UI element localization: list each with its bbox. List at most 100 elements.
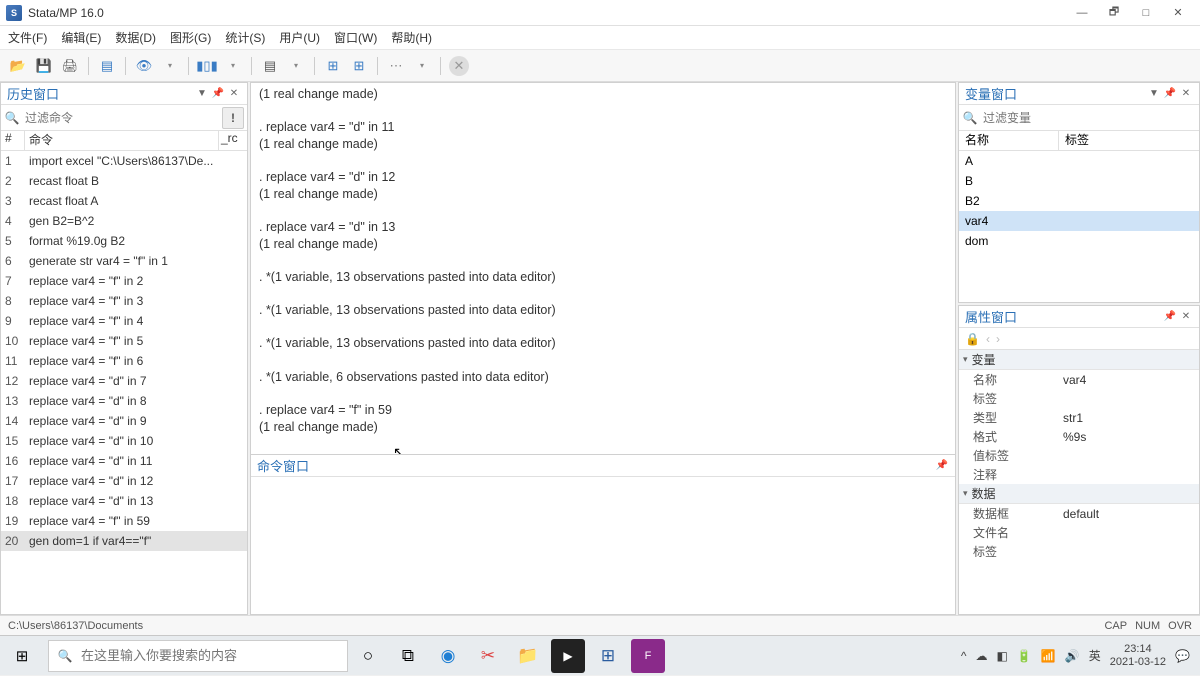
panel-close-icon[interactable]: ✕ xyxy=(1179,310,1193,324)
history-row[interactable]: 14replace var4 = "d" in 9 xyxy=(1,411,247,431)
results-window[interactable]: (1 real change made) . replace var4 = "d… xyxy=(250,82,956,455)
history-row[interactable]: 4gen B2=B^2 xyxy=(1,211,247,231)
volume-icon[interactable]: 🔊 xyxy=(1065,649,1080,663)
menu-graph[interactable]: 图形(G) xyxy=(170,29,211,46)
taskview-icon[interactable]: ⧉ xyxy=(391,639,425,673)
history-row[interactable]: 15replace var4 = "d" in 10 xyxy=(1,431,247,451)
pin-icon[interactable]: 📌 xyxy=(211,87,225,101)
property-row[interactable]: 格式%9s xyxy=(959,427,1199,446)
property-section[interactable]: 变量 xyxy=(959,350,1199,370)
history-row[interactable]: 11replace var4 = "f" in 6 xyxy=(1,351,247,371)
onedrive-icon[interactable]: ☁ xyxy=(976,649,988,663)
history-row[interactable]: 6generate str var4 = "f" in 1 xyxy=(1,251,247,271)
battery-icon[interactable]: 🔋 xyxy=(1017,649,1032,663)
variable-row[interactable]: B xyxy=(959,171,1199,191)
start-button[interactable]: ⊞ xyxy=(0,636,44,676)
history-row[interactable]: 20gen dom=1 if var4=="f" xyxy=(1,531,247,551)
history-row[interactable]: 7replace var4 = "f" in 2 xyxy=(1,271,247,291)
variable-row[interactable]: dom xyxy=(959,231,1199,251)
dropdown-icon[interactable]: ▾ xyxy=(160,56,180,76)
property-row[interactable]: 类型str1 xyxy=(959,408,1199,427)
command-input[interactable] xyxy=(251,477,955,614)
property-row[interactable]: 标签 xyxy=(959,542,1199,561)
menu-stats[interactable]: 统计(S) xyxy=(225,29,265,46)
open-icon[interactable]: 📂 xyxy=(8,56,28,76)
history-row[interactable]: 3recast float A xyxy=(1,191,247,211)
cortana-icon[interactable]: ○ xyxy=(351,639,385,673)
panel-close-icon[interactable]: ✕ xyxy=(1179,87,1193,101)
ime-indicator[interactable]: 英 xyxy=(1089,647,1101,664)
pin-icon[interactable]: 📌 xyxy=(1163,310,1177,324)
foxit-icon[interactable]: F xyxy=(631,639,665,673)
history-row[interactable]: 5format %19.0g B2 xyxy=(1,231,247,251)
taskbar-search-input[interactable] xyxy=(81,648,347,663)
filter-go-button[interactable]: ! xyxy=(222,107,244,129)
panel-close-icon[interactable]: ✕ xyxy=(227,87,241,101)
do-file-icon[interactable]: ▤ xyxy=(260,56,280,76)
app-tray-icon[interactable]: ◧ xyxy=(997,649,1008,663)
data-editor-icon[interactable]: ⊞ xyxy=(323,56,343,76)
pin-icon[interactable]: 📌 xyxy=(935,459,949,473)
app-icon[interactable]: ▶ xyxy=(551,639,585,673)
history-row[interactable]: 9replace var4 = "f" in 4 xyxy=(1,311,247,331)
more-icon[interactable]: ⋯ xyxy=(386,56,406,76)
dropdown-icon[interactable]: ▾ xyxy=(223,56,243,76)
maximize-button[interactable]: □ xyxy=(1130,2,1162,24)
variable-row[interactable]: B2 xyxy=(959,191,1199,211)
menu-data[interactable]: 数据(D) xyxy=(115,29,156,46)
history-row[interactable]: 17replace var4 = "d" in 12 xyxy=(1,471,247,491)
minimize-button[interactable]: — xyxy=(1066,2,1098,24)
print-icon[interactable]: 🖨 xyxy=(60,56,80,76)
filter-icon[interactable]: ▼ xyxy=(1147,87,1161,101)
menu-file[interactable]: 文件(F) xyxy=(8,29,47,46)
notifications-icon[interactable]: 💬 xyxy=(1175,649,1190,663)
property-row[interactable]: 注释 xyxy=(959,465,1199,484)
pin-icon[interactable]: 📌 xyxy=(1163,87,1177,101)
dropdown-icon[interactable]: ▾ xyxy=(412,56,432,76)
data-browser-icon[interactable]: ⊞ xyxy=(349,56,369,76)
history-row[interactable]: 8replace var4 = "f" in 3 xyxy=(1,291,247,311)
wifi-icon[interactable]: 📶 xyxy=(1041,649,1056,663)
menu-user[interactable]: 用户(U) xyxy=(279,29,320,46)
save-icon[interactable]: 💾 xyxy=(34,56,54,76)
menu-edit[interactable]: 编辑(E) xyxy=(61,29,101,46)
property-row[interactable]: 文件名 xyxy=(959,523,1199,542)
next-icon[interactable]: › xyxy=(996,332,1000,346)
menu-help[interactable]: 帮助(H) xyxy=(391,29,432,46)
property-row[interactable]: 名称var4 xyxy=(959,370,1199,389)
variable-row[interactable]: var4 xyxy=(959,211,1199,231)
snip-icon[interactable]: ✂ xyxy=(471,639,505,673)
lock-icon[interactable]: 🔒 xyxy=(965,332,980,346)
history-row[interactable]: 12replace var4 = "d" in 7 xyxy=(1,371,247,391)
property-row[interactable]: 标签 xyxy=(959,389,1199,408)
property-row[interactable]: 值标签 xyxy=(959,446,1199,465)
variables-filter-input[interactable] xyxy=(981,109,1199,127)
close-button[interactable]: ✕ xyxy=(1162,2,1194,24)
stata-taskbar-icon[interactable]: ⊞ xyxy=(591,639,625,673)
edge-icon[interactable]: ◉ xyxy=(431,639,465,673)
prev-icon[interactable]: ‹ xyxy=(986,332,990,346)
history-row[interactable]: 18replace var4 = "d" in 13 xyxy=(1,491,247,511)
stop-icon[interactable]: ✕ xyxy=(449,56,469,76)
tray-chevron-icon[interactable]: ^ xyxy=(961,649,967,663)
view-icon[interactable]: 👁 xyxy=(134,56,154,76)
chart-icon[interactable]: ▮▯▮ xyxy=(197,56,217,76)
filter-icon[interactable]: ▼ xyxy=(195,87,209,101)
restore-button[interactable]: 🗗 xyxy=(1098,2,1130,24)
history-row[interactable]: 10replace var4 = "f" in 5 xyxy=(1,331,247,351)
history-row[interactable]: 13replace var4 = "d" in 8 xyxy=(1,391,247,411)
property-row[interactable]: 数据框default xyxy=(959,504,1199,523)
history-filter-input[interactable] xyxy=(23,109,222,127)
variable-row[interactable]: A xyxy=(959,151,1199,171)
taskbar-search[interactable]: 🔍 xyxy=(48,640,348,672)
explorer-icon[interactable]: 📁 xyxy=(511,639,545,673)
clock[interactable]: 23:14 2021-03-12 xyxy=(1110,643,1166,668)
history-row[interactable]: 2recast float B xyxy=(1,171,247,191)
menu-window[interactable]: 窗口(W) xyxy=(334,29,377,46)
log-icon[interactable]: ▤ xyxy=(97,56,117,76)
dropdown-icon[interactable]: ▾ xyxy=(286,56,306,76)
history-row[interactable]: 16replace var4 = "d" in 11 xyxy=(1,451,247,471)
property-section[interactable]: 数据 xyxy=(959,484,1199,504)
history-row[interactable]: 19replace var4 = "f" in 59 xyxy=(1,511,247,531)
history-row[interactable]: 1import excel "C:\Users\86137\De... xyxy=(1,151,247,171)
